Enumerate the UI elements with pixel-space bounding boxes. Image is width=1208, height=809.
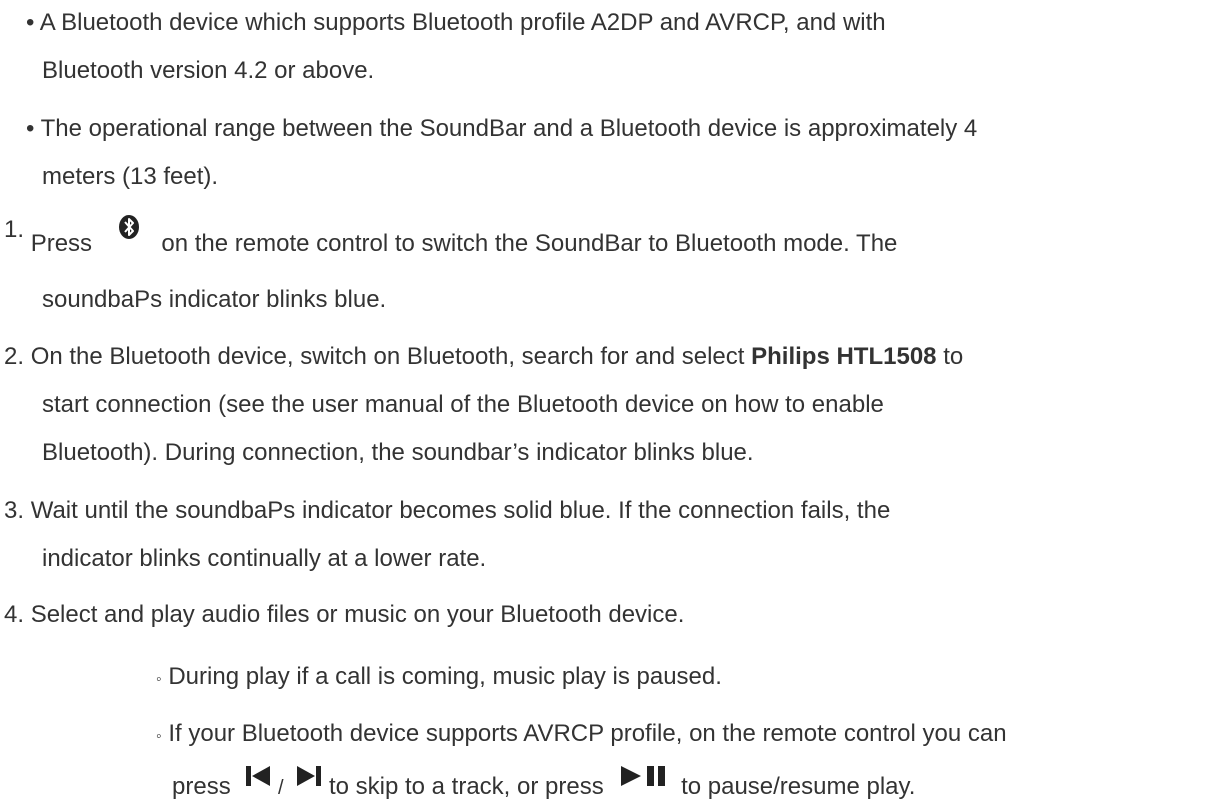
sub-note-2-line-2: press / to skip to a track, or press to …: [172, 766, 916, 802]
requirement-text: The operational range between the SoundB…: [40, 115, 978, 142]
requirement-item-1-line-2: Bluetooth version 4.2 or above.: [42, 57, 374, 85]
separator: /: [278, 777, 284, 799]
step-number: 4.: [4, 601, 25, 628]
step-number: 2.: [4, 343, 25, 370]
step-number: 3.: [4, 497, 25, 524]
requirement-text: A Bluetooth device which supports Blueto…: [39, 9, 886, 36]
bullet: •: [26, 9, 35, 36]
sub-bullet: ◦: [156, 728, 162, 745]
skip-next-icon: [296, 765, 322, 794]
requirement-item-2-line-1: • The operational range between the Soun…: [26, 115, 977, 143]
step-text: Bluetooth). During connection, the sound…: [42, 439, 754, 466]
step-3-line-2: indicator blinks continually at a lower …: [42, 545, 486, 573]
step-1-line-1: 1. Press on the remote control to switch…: [4, 215, 898, 261]
step-text: soundbaPs indicator blinks blue.: [42, 286, 387, 313]
sub-note-text: If your Bluetooth device supports AVRCP …: [168, 720, 1007, 747]
step-text: Wait until the soundbaPs indicator becom…: [30, 497, 891, 524]
skip-previous-icon: [245, 765, 271, 794]
bluetooth-icon: [117, 214, 141, 247]
step-text: indicator blinks continually at a lower …: [42, 545, 487, 572]
requirement-item-2-line-2: meters (13 feet).: [42, 163, 218, 191]
step-2-line-1: 2. On the Bluetooth device, switch on Bl…: [4, 343, 963, 371]
sub-note-2-line-1: ◦ If your Bluetooth device supports AVRC…: [156, 720, 1007, 751]
sub-bullet: ◦: [156, 671, 162, 688]
sub-note-text: to skip to a track, or press: [328, 773, 604, 800]
requirement-text: Bluetooth version 4.2 or above.: [42, 57, 375, 84]
device-name: Philips HTL1508: [751, 343, 937, 370]
step-text: Select and play audio files or music on …: [30, 601, 685, 628]
step-number: 1.: [4, 215, 25, 243]
play-pause-icon: [620, 765, 668, 794]
step-text: start connection (see the user manual of…: [42, 391, 884, 418]
sub-note-text: During play if a call is coming, music p…: [168, 663, 722, 690]
step-text: On the Bluetooth device, switch on Bluet…: [30, 343, 745, 370]
requirement-text: meters (13 feet).: [42, 163, 219, 190]
requirement-item-1-line-1: • A Bluetooth device which supports Blue…: [26, 9, 886, 37]
bullet: •: [26, 115, 35, 142]
step-1-line-2: soundbaPs indicator blinks blue.: [42, 286, 386, 314]
step-2-line-3: Bluetooth). During connection, the sound…: [42, 439, 754, 467]
sub-note-text: to pause/resume play.: [681, 773, 916, 800]
step-4-line-1: 4. Select and play audio files or music …: [4, 601, 684, 629]
step-text: to: [943, 343, 964, 370]
step-3-line-1: 3. Wait until the soundbaPs indicator be…: [4, 497, 890, 525]
step-2-line-2: start connection (see the user manual of…: [42, 391, 884, 419]
step-text: Press: [30, 229, 93, 257]
sub-note-text: press: [172, 773, 231, 800]
step-text: on the remote control to switch the Soun…: [161, 229, 898, 257]
sub-note-1: ◦ During play if a call is coming, music…: [156, 663, 722, 694]
